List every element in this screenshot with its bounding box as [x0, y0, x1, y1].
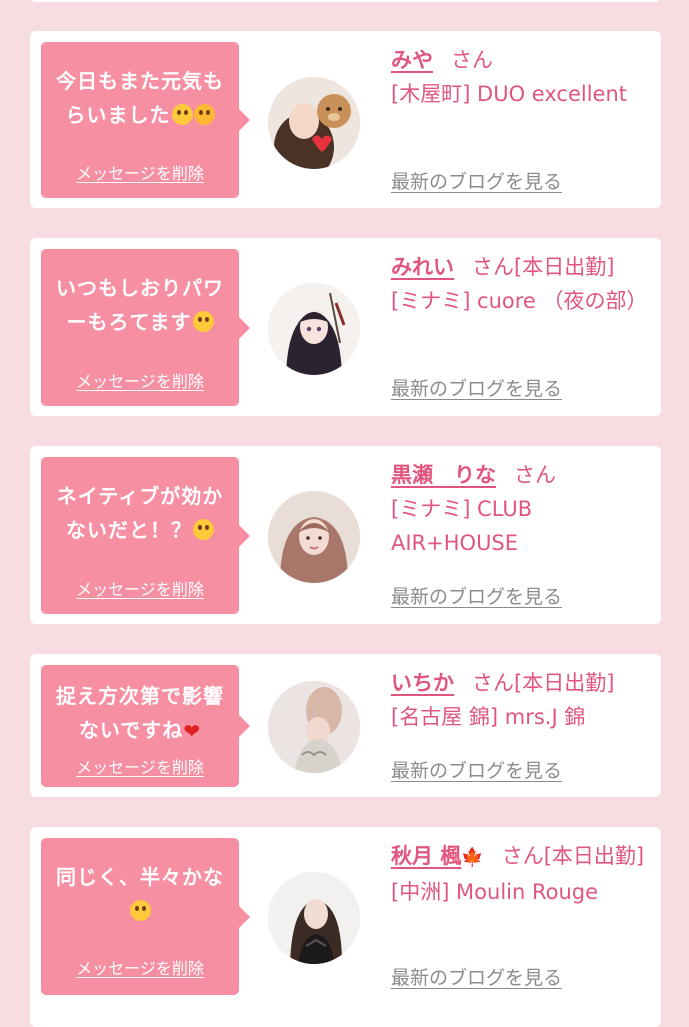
message-card: いつもしおりパワ ーもろてます メッセージを削除 みれい さん[本日出勤] [ミナ… — [30, 238, 661, 416]
message-text: いつもしおりパワ ーもろてます — [56, 276, 224, 334]
message-text: 同じく、半々かな — [47, 860, 233, 928]
latest-blog-link[interactable]: 最新のブログを見る — [391, 167, 562, 194]
message-card: ネイティブが効か ないだと！？ メッセージを削除 黒瀬 りな さん [ミナミ] C… — [30, 446, 661, 624]
message-text: 今日もまた元気も らいました — [56, 69, 224, 127]
message-bubble: ネイティブが効か ないだと！？ メッセージを削除 — [41, 457, 250, 614]
cast-avatar[interactable] — [268, 491, 360, 583]
delete-message-link[interactable]: メッセージを削除 — [41, 576, 239, 600]
cast-info: 黒瀬 りな さん [ミナミ] CLUB AIR+HOUSE — [391, 458, 653, 560]
cast-avatar[interactable] — [268, 681, 360, 773]
cast-avatar[interactable] — [268, 872, 360, 964]
pleading-face-emoji-icon — [171, 104, 193, 125]
latest-blog-link[interactable]: 最新のブログを見る — [391, 756, 562, 783]
honorific-label: さん — [501, 844, 544, 868]
cast-name-link[interactable]: みや — [391, 48, 433, 72]
cast-shop: [ミナミ] CLUB AIR+HOUSE — [391, 497, 533, 555]
cast-avatar[interactable] — [268, 77, 360, 169]
heart-eyes-emoji-icon — [192, 311, 214, 332]
attendance-status: [本日出勤] — [543, 844, 645, 868]
cast-info: みれい さん[本日出勤] [ミナミ] cuore （夜の部） — [391, 250, 653, 318]
cast-avatar[interactable] — [268, 283, 360, 375]
honorific-label: さん — [472, 255, 514, 279]
attendance-status: [本日出勤] — [514, 671, 615, 695]
cast-info: みや さん [木屋町] DUO excellent — [391, 43, 653, 111]
message-bubble: 同じく、半々かな メッセージを削除 — [41, 838, 250, 995]
message-text: 捉え方次第で影響 ないですね❤ — [47, 679, 233, 748]
cast-name-link[interactable]: 秋月 楓 — [391, 844, 461, 868]
message-card: 今日もまた元気も らいました メッセージを削除 みや さん [木屋町] DUO e… — [30, 31, 661, 208]
message-card: 同じく、半々かな メッセージを削除 秋月 楓🍁 さん[本日出勤] [中洲] Mou… — [30, 827, 661, 1027]
honorific-label: さん — [514, 463, 556, 487]
delete-message-link[interactable]: メッセージを削除 — [41, 368, 239, 392]
cast-info: 秋月 楓🍁 さん[本日出勤] [中洲] Moulin Rouge — [391, 839, 653, 909]
cast-shop: [名古屋 錦] mrs.J 錦 — [391, 705, 586, 729]
latest-blog-link[interactable]: 最新のブログを見る — [391, 963, 562, 990]
flushed-face-emoji-icon — [193, 519, 214, 540]
cast-info: いちか さん[本日出勤] [名古屋 錦] mrs.J 錦 — [391, 666, 653, 734]
red-heart-emoji-icon: ❤ — [183, 719, 202, 743]
attendance-status: [本日出勤] — [514, 255, 615, 279]
previous-card-edge — [30, 0, 661, 2]
honorific-label: さん — [472, 671, 514, 695]
cast-shop: [ミナミ] cuore （夜の部） — [391, 289, 648, 313]
delete-message-link[interactable]: メッセージを削除 — [41, 160, 239, 184]
cast-shop: [中洲] Moulin Rouge — [391, 880, 599, 904]
message-card: 捉え方次第で影響 ないですね❤ メッセージを削除 いちか さん[本日出勤] [名古… — [30, 654, 661, 797]
message-bubble: 今日もまた元気も らいました メッセージを削除 — [41, 42, 250, 198]
slightly-smiling-face-emoji-icon — [130, 900, 151, 921]
message-bubble: いつもしおりパワ ーもろてます メッセージを削除 — [41, 249, 250, 406]
maple-leaf-icon: 🍁 — [461, 847, 484, 868]
cast-name-link[interactable]: みれい — [391, 255, 454, 279]
cast-name-link[interactable]: 黒瀬 りな — [391, 463, 496, 487]
delete-message-link[interactable]: メッセージを削除 — [41, 955, 239, 979]
latest-blog-link[interactable]: 最新のブログを見る — [391, 374, 562, 401]
message-bubble: 捉え方次第で影響 ないですね❤ メッセージを削除 — [41, 665, 250, 787]
message-text: ネイティブが効か ないだと！？ — [56, 484, 224, 542]
honorific-label: さん — [451, 48, 493, 72]
latest-blog-link[interactable]: 最新のブログを見る — [391, 582, 562, 609]
delete-message-link[interactable]: メッセージを削除 — [41, 754, 239, 778]
smiling-face-with-hearts-emoji-icon — [193, 104, 215, 125]
cast-shop: [木屋町] DUO excellent — [391, 82, 628, 106]
cast-name-link[interactable]: いちか — [391, 671, 454, 695]
